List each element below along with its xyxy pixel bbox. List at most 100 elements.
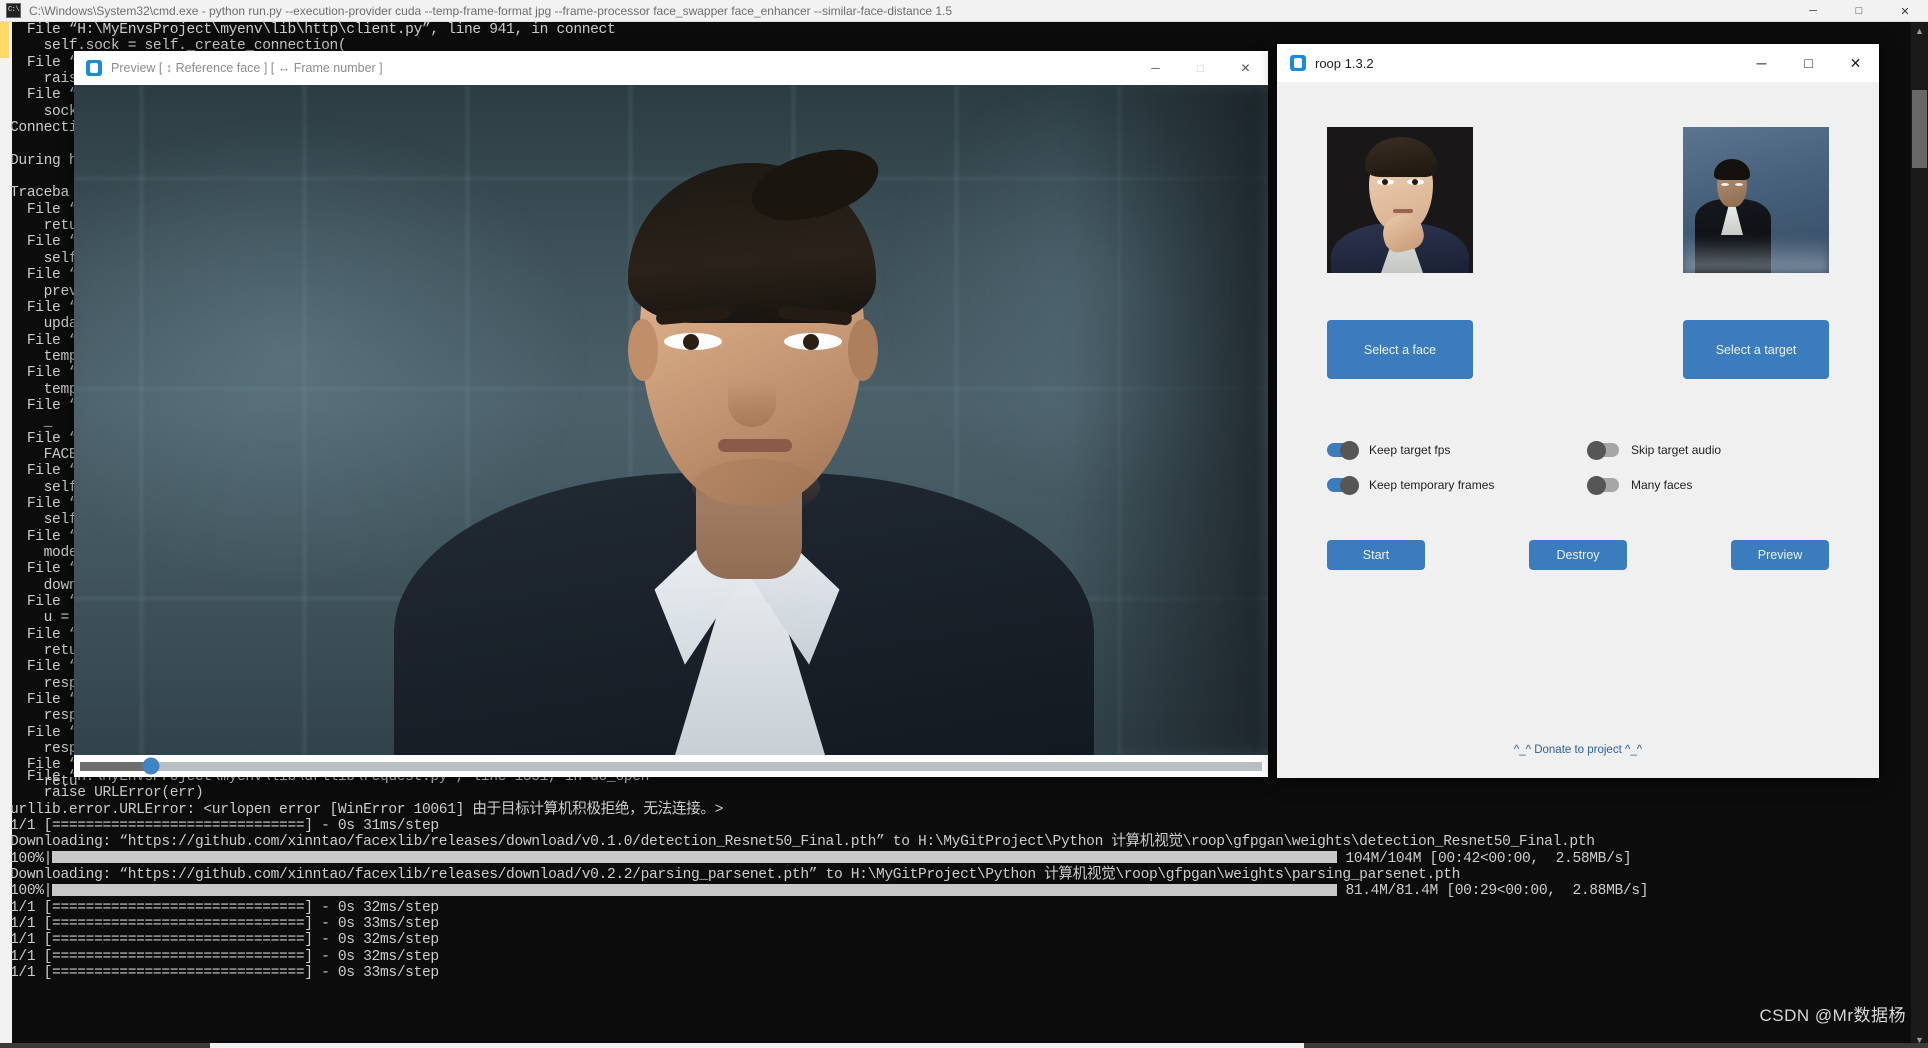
target-thumb-fog — [1683, 237, 1829, 273]
cmd-minimize-button[interactable]: ─ — [1790, 0, 1836, 22]
keep-target-fps-label: Keep target fps — [1369, 443, 1451, 457]
face-thumb-eye-left — [1377, 179, 1394, 185]
roop-titlebar: roop 1.3.2 ─ □ ✕ — [1277, 44, 1879, 82]
preview-window: Preview [ ↕ Reference face ] [ ↔ Frame n… — [74, 51, 1268, 777]
preview-window-title: Preview [ ↕ Reference face ] [ ↔ Frame n… — [111, 61, 383, 75]
skip-target-audio-label: Skip target audio — [1631, 443, 1722, 457]
cmd-console-output-bottom: File “H:\MyEnvsProject\myenv\lib\urllib\… — [10, 769, 1920, 981]
toggle-skip-target-audio[interactable]: Skip target audio — [1587, 440, 1829, 460]
console-line: Downloading: “https://github.com/xinntao… — [10, 834, 1595, 851]
console-line: File “H:\MyEnvsProject\myenv\lib\http\cl… — [10, 22, 616, 38]
cmd-icon: C:\ — [6, 3, 21, 18]
toggle-row-2: Keep temporary frames Many faces — [1327, 475, 1829, 495]
subject-mouth — [718, 439, 792, 452]
toggle-keep-target-fps[interactable]: Keep target fps — [1327, 440, 1567, 460]
face-thumb-eye-right — [1407, 179, 1424, 185]
many-faces-switch[interactable] — [1587, 475, 1619, 495]
console-line: 1/1 [==============================] - 0… — [10, 965, 439, 982]
skip-target-audio-switch[interactable] — [1587, 440, 1619, 460]
console-line: 1/1 [==============================] - 0… — [10, 916, 439, 933]
keep-temporary-frames-switch[interactable] — [1327, 475, 1359, 495]
many-faces-label: Many faces — [1631, 478, 1693, 492]
toggle-row-1: Keep target fps Skip target audio — [1327, 440, 1829, 460]
keep-temporary-frames-label: Keep temporary frames — [1369, 478, 1495, 492]
roop-maximize-button[interactable]: □ — [1785, 44, 1832, 82]
switch-knob — [1587, 475, 1606, 495]
progress-stats: 104M/104M [00:42<00:00, 2.58MB/s] — [1337, 850, 1632, 867]
roop-window-controls: ─ □ ✕ — [1738, 44, 1879, 82]
seek-track[interactable] — [80, 757, 1262, 775]
subject-ear-left — [628, 319, 658, 381]
preview-seekbar[interactable] — [74, 755, 1268, 777]
toggle-keep-temporary-frames[interactable]: Keep temporary frames — [1327, 475, 1567, 495]
cmd-window-title: C:\Windows\System32\cmd.exe - python run… — [29, 3, 953, 18]
subject-nose — [728, 349, 776, 427]
switch-knob — [1587, 440, 1606, 460]
destroy-button[interactable]: Destroy — [1529, 540, 1627, 570]
console-line: 1/1 [==============================] - 0… — [10, 932, 439, 949]
console-line: 1/1 [==============================] - 0… — [10, 818, 439, 835]
cmd-window-controls: ─ □ ✕ — [1790, 0, 1928, 22]
start-button[interactable]: Start — [1327, 540, 1425, 570]
console-line: 1/1 [==============================] - 0… — [10, 899, 439, 916]
seek-fill — [80, 761, 151, 771]
screen-root: C:\ C:\Windows\System32\cmd.exe - python… — [0, 0, 1928, 1048]
subject-eye-left — [664, 333, 722, 350]
source-face-thumbnail[interactable] — [1327, 127, 1473, 273]
target-thumb-hair — [1714, 159, 1750, 180]
roop-main-content: Select a face Select a target Keep targe… — [1277, 82, 1879, 778]
console-line: urllib.error.URLError: <urlopen error [W… — [10, 801, 723, 818]
seek-handle[interactable] — [142, 757, 160, 775]
preview-close-button[interactable]: ✕ — [1223, 51, 1268, 85]
subject-chin — [692, 459, 820, 515]
console-line: raise URLError(err) — [10, 785, 204, 802]
roop-close-button[interactable]: ✕ — [1832, 44, 1879, 82]
subject-hair-tuft — [745, 142, 885, 228]
roop-minimize-button[interactable]: ─ — [1738, 44, 1785, 82]
preview-background-vignette — [1068, 85, 1268, 755]
subject-ear-right — [848, 319, 878, 381]
progress-bar — [52, 850, 1338, 863]
face-thumb-mouth — [1393, 209, 1413, 213]
target-thumbnail[interactable] — [1683, 127, 1829, 273]
scroll-up-arrow-icon[interactable]: ▲ — [1911, 22, 1928, 39]
taskbar-right-segment — [1304, 1043, 1928, 1048]
progress-percent: 100%| — [10, 850, 53, 867]
progress-bar — [52, 883, 1338, 896]
cmd-maximize-button[interactable]: □ — [1836, 0, 1882, 22]
options-toggles: Keep target fps Skip target audio Keep t… — [1327, 379, 1829, 495]
preview-minimize-button[interactable]: ─ — [1133, 51, 1178, 85]
switch-knob — [1340, 440, 1359, 460]
preview-frame-image — [74, 85, 1268, 755]
target-thumb-eye-left — [1721, 183, 1729, 186]
face-thumb-eyebrow-left — [1375, 171, 1395, 175]
face-thumb-eyebrow-right — [1405, 171, 1425, 175]
target-thumb-eye-right — [1735, 183, 1743, 186]
roop-window: roop 1.3.2 ─ □ ✕ Select a face Select a … — [1277, 44, 1879, 778]
donate-wrapper: ^_^ Donate to project ^_^ — [1277, 740, 1879, 758]
switch-knob — [1340, 475, 1359, 495]
console-line: Downloading: “https://github.com/xinntao… — [10, 867, 1461, 884]
roop-logo-icon — [86, 60, 102, 76]
watermark-text: CSDN @Mr数据杨 — [1759, 1006, 1906, 1025]
cmd-scrollbar[interactable]: ▲ ▼ — [1911, 22, 1928, 1048]
select-face-button[interactable]: Select a face — [1327, 320, 1473, 379]
select-target-button[interactable]: Select a target — [1683, 320, 1829, 379]
keep-target-fps-switch[interactable] — [1327, 440, 1359, 460]
taskbar[interactable] — [0, 1043, 1928, 1048]
action-buttons-row: Start Destroy Preview — [1327, 513, 1829, 570]
select-buttons-row: Select a face Select a target — [1327, 273, 1829, 379]
preview-maximize-button[interactable]: □ — [1178, 51, 1223, 85]
progress-percent: 100%| — [10, 883, 53, 900]
cmd-titlebar: C:\ C:\Windows\System32\cmd.exe - python… — [0, 0, 1928, 22]
donate-link[interactable]: ^_^ Donate to project ^_^ — [1514, 744, 1642, 756]
preview-button[interactable]: Preview — [1731, 540, 1829, 570]
preview-subject-figure — [394, 129, 1094, 755]
cmd-scrollbar-thumb[interactable] — [1912, 90, 1927, 168]
console-progress-line: 100%| 104M/104M [00:42<00:00, 2.58MB/s] — [10, 851, 1920, 867]
cmd-close-button[interactable]: ✕ — [1882, 0, 1928, 22]
roop-window-title: roop 1.3.2 — [1315, 55, 1374, 71]
roop-logo-icon — [1290, 55, 1306, 71]
preview-titlebar: Preview [ ↕ Reference face ] [ ↔ Frame n… — [74, 51, 1268, 85]
toggle-many-faces[interactable]: Many faces — [1587, 475, 1829, 495]
